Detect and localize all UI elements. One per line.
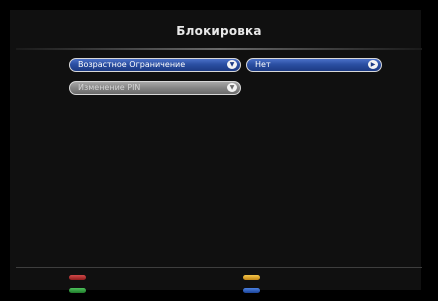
title-divider (16, 48, 422, 50)
chevron-right-icon: ▶ (368, 60, 378, 69)
age-limit-value: Нет (255, 60, 271, 69)
age-limit-value-selector[interactable]: Нет ▶ (246, 58, 382, 72)
chevron-down-icon: ▼ (227, 60, 237, 69)
chevron-down-icon: ▼ (227, 83, 237, 92)
page-title: Блокировка (176, 24, 262, 38)
blue-key-icon (243, 288, 260, 293)
yellow-key-icon (243, 275, 260, 280)
menu-panel (10, 10, 421, 290)
red-key-icon (69, 275, 86, 280)
green-key-icon (69, 288, 86, 293)
lock-settings-screen: Блокировка Возрастное Ограничение ▼ Нет … (0, 0, 438, 301)
footer-divider (16, 267, 422, 268)
age-limit-label: Возрастное Ограничение (78, 60, 186, 69)
change-pin-label: Изменение PIN (78, 83, 141, 92)
change-pin-menu-item[interactable]: Изменение PIN ▼ (69, 81, 241, 95)
age-limit-menu-item[interactable]: Возрастное Ограничение ▼ (69, 58, 241, 72)
